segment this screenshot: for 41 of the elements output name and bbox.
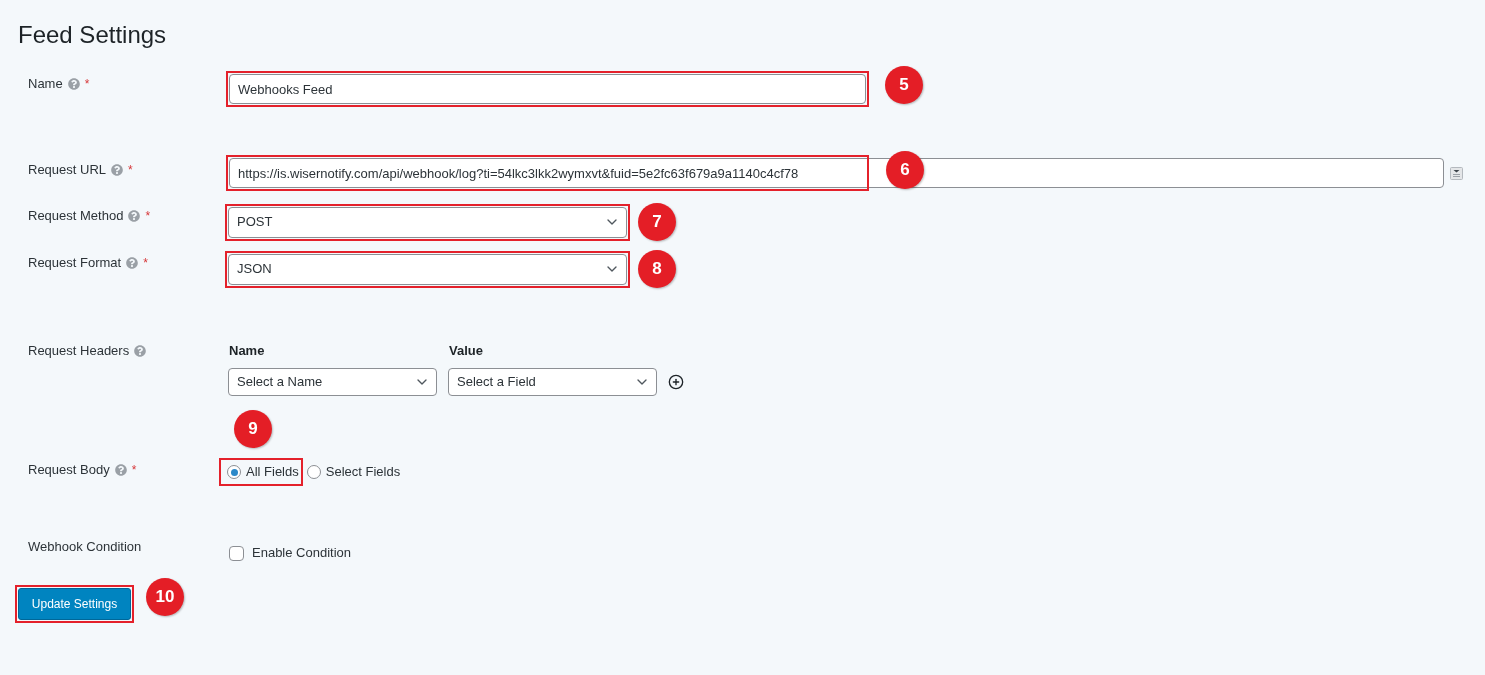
update-settings-button[interactable]: Update Settings — [18, 588, 131, 620]
field-label: Name — [28, 75, 63, 93]
radio-option[interactable]: Select Fields — [306, 460, 401, 484]
dropdown[interactable]: POST — [228, 206, 627, 238]
help-icon[interactable] — [128, 210, 141, 222]
required-mark: * — [131, 462, 137, 479]
checkbox-option[interactable]: Enable Condition — [229, 544, 352, 562]
required-mark: * — [145, 208, 151, 225]
field-label: Request Format — [28, 254, 122, 272]
required-mark: * — [128, 162, 133, 179]
step-marker: 10 — [146, 578, 184, 616]
checkbox[interactable] — [229, 545, 244, 561]
help-icon[interactable] — [67, 78, 80, 90]
field-label: Webhook Condition — [28, 538, 142, 556]
step-marker: 7 — [638, 203, 676, 241]
dropdown[interactable]: Select a Field — [448, 368, 657, 396]
column-heading: Value — [448, 342, 484, 360]
add-icon[interactable] — [668, 374, 684, 390]
page-title: Feed Settings — [18, 20, 167, 50]
step-marker: 8 — [638, 250, 676, 288]
field-label: Request Body — [28, 461, 110, 479]
step-marker: 9 — [234, 410, 272, 448]
help-icon[interactable] — [114, 464, 127, 476]
radio-option[interactable]: All Fields — [227, 460, 299, 484]
dropdown[interactable]: Select a Name — [228, 368, 437, 396]
required-mark: * — [143, 255, 148, 272]
step-marker: 5 — [885, 66, 923, 104]
document-list-icon[interactable] — [1450, 166, 1463, 180]
required-mark: * — [84, 76, 90, 93]
help-icon[interactable] — [126, 257, 139, 269]
help-icon[interactable] — [111, 164, 124, 176]
field-label: Request Headers — [28, 342, 130, 360]
radio-button[interactable] — [306, 465, 321, 479]
help-icon[interactable] — [134, 345, 147, 357]
column-heading: Name — [228, 342, 266, 360]
field-label: Request URL — [28, 161, 107, 179]
text-field[interactable]: Webhooks Feed — [229, 74, 866, 104]
radio-button[interactable] — [227, 465, 241, 479]
dropdown[interactable]: JSON — [228, 253, 627, 285]
step-marker: 6 — [886, 151, 924, 189]
field-label: Request Method — [28, 207, 124, 225]
